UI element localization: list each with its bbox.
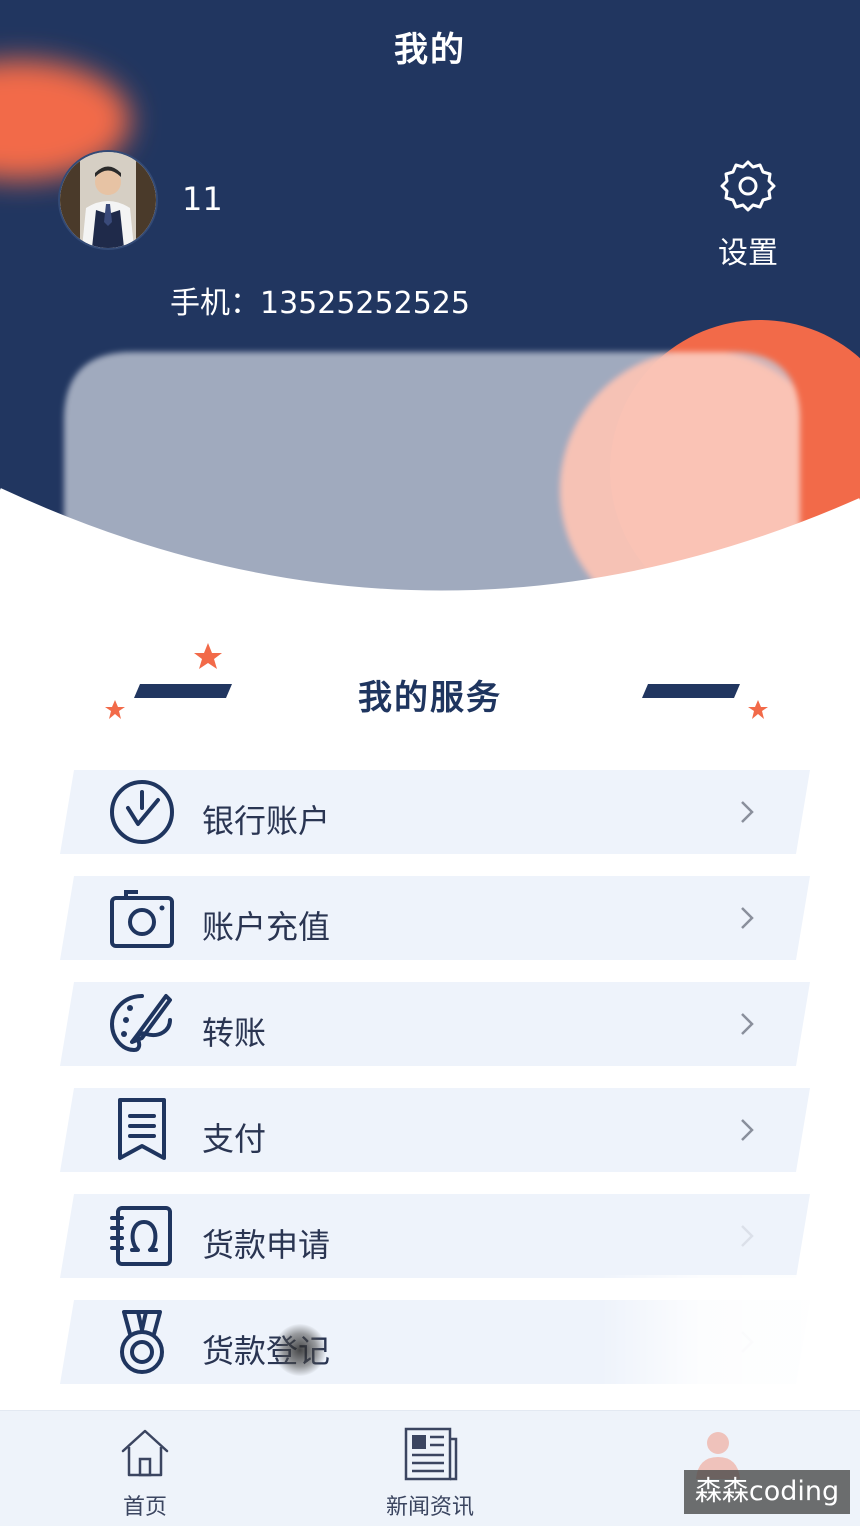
tab-news[interactable]: 新闻资讯	[330, 1411, 530, 1526]
chevron-right-icon	[741, 1119, 754, 1141]
service-label: 货款申请	[202, 1226, 331, 1264]
username: 11	[182, 180, 223, 218]
service-row-transfer[interactable]: 转账	[60, 982, 810, 1066]
watermark: 森森coding	[684, 1470, 850, 1514]
service-label: 银行账户	[202, 802, 331, 840]
chevron-right-icon	[741, 1013, 754, 1035]
gear-icon	[720, 160, 776, 212]
touch-indicator	[274, 1324, 326, 1376]
service-label: 支付	[202, 1120, 267, 1158]
omega-frame-icon	[110, 1206, 172, 1266]
settings-button[interactable]: 设置	[712, 158, 792, 271]
service-row-payment[interactable]: 支付	[60, 1088, 810, 1172]
star-icon	[194, 643, 222, 669]
tab-label: 首页	[122, 1495, 167, 1520]
chevron-right-icon	[741, 907, 754, 929]
page-title: 我的	[394, 30, 466, 70]
service-row-account-recharge[interactable]: 账户充值	[60, 876, 810, 960]
home-icon	[121, 1429, 169, 1477]
medal-icon	[120, 1310, 164, 1374]
chevron-right-icon	[741, 801, 754, 823]
avatar[interactable]	[58, 150, 158, 250]
newspaper-icon	[404, 1427, 458, 1481]
service-label: 转账	[202, 1014, 267, 1052]
settings-label: 设置	[718, 236, 778, 271]
palette-brush-icon	[109, 994, 172, 1053]
avatar-portrait-icon	[60, 152, 156, 248]
section-title: 我的服务	[358, 678, 502, 718]
bookmark-list-icon	[118, 1098, 166, 1160]
clock-check-icon	[110, 780, 174, 844]
phone-number: 手机：13525252525	[170, 286, 470, 321]
tab-label: 新闻资讯	[385, 1495, 474, 1520]
service-label: 账户充值	[202, 908, 331, 946]
service-row-bank-account[interactable]: 银行账户	[60, 770, 810, 854]
chevron-right-icon	[741, 1331, 754, 1353]
service-row-loan-application[interactable]: 货款申请	[60, 1194, 810, 1278]
service-row-loan-registration[interactable]: 货款登记	[60, 1300, 810, 1384]
chevron-right-icon	[741, 1225, 754, 1247]
profile-page: 我的 11 手机：13525252525 设置 我的服务 银行账户 账户充值 转…	[0, 0, 860, 1526]
tab-home[interactable]: 首页	[45, 1411, 245, 1526]
camera-icon	[110, 890, 174, 948]
